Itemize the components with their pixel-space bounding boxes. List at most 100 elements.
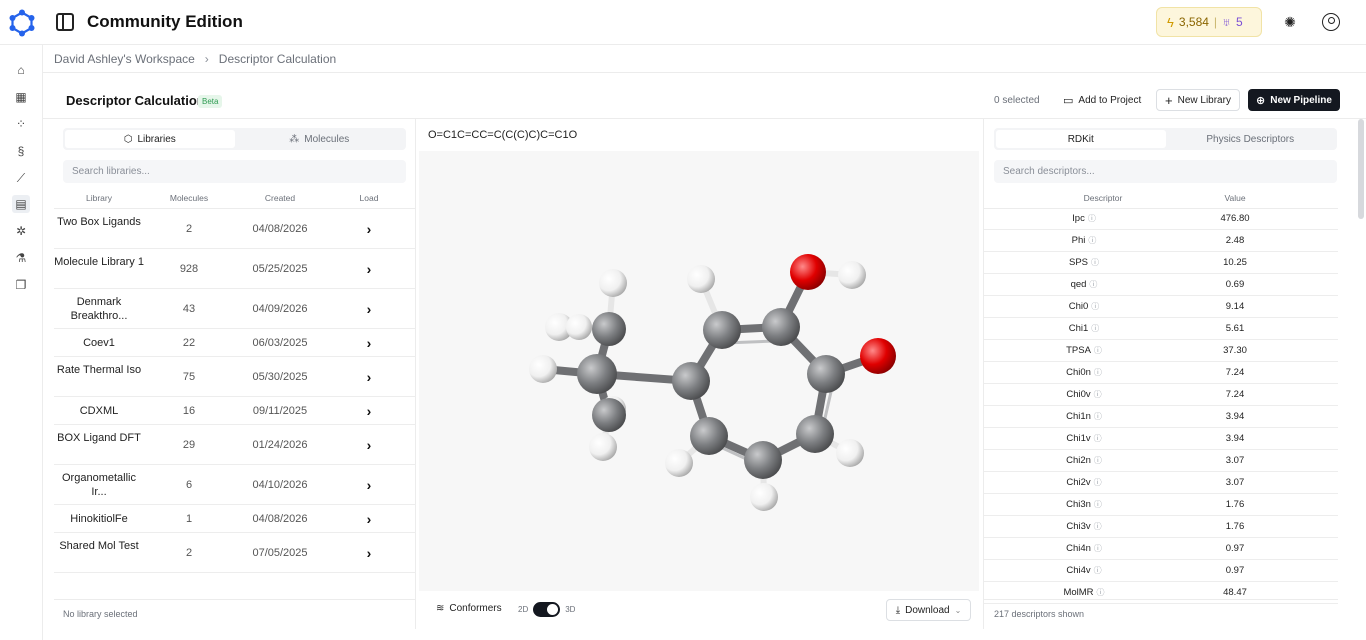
molecule-3d-viewer[interactable] bbox=[419, 151, 979, 591]
tab-rdkit[interactable]: RDKit bbox=[996, 130, 1166, 148]
tab-molecules[interactable]: ⁂ Molecules bbox=[235, 130, 405, 148]
atom-icon[interactable]: ✲ bbox=[12, 222, 30, 240]
top-bar: Community Edition ϟ 3,584 | ♅ 5 ✺ bbox=[0, 0, 1366, 45]
library-name: BOX Ligand DFT bbox=[57, 432, 141, 444]
library-row[interactable]: Two Box Ligands 2 04/08/2026 › bbox=[54, 209, 416, 249]
descriptor-name: Chi0n bbox=[1066, 367, 1091, 378]
column-header-value[interactable]: Value bbox=[1190, 193, 1280, 203]
home-icon[interactable]: ⌂ bbox=[12, 61, 30, 79]
load-chevron-right-icon[interactable]: › bbox=[359, 511, 379, 527]
descriptor-row: Chi4n ⓘ 0.97 bbox=[984, 538, 1338, 560]
library-molecule-count: 16 bbox=[182, 404, 196, 417]
library-row[interactable]: Molecule Library 1 928 05/25/2025 › bbox=[54, 249, 416, 289]
add-to-project-button[interactable]: ▭ Add to Project bbox=[1055, 89, 1149, 111]
table-icon[interactable]: ▦ bbox=[12, 88, 30, 106]
book-icon[interactable]: ❐ bbox=[12, 276, 30, 294]
search-descriptors-input[interactable] bbox=[994, 160, 1337, 183]
load-chevron-right-icon[interactable]: › bbox=[359, 369, 379, 385]
load-chevron-right-icon[interactable]: › bbox=[359, 221, 379, 237]
load-chevron-right-icon[interactable]: › bbox=[359, 335, 379, 351]
info-icon[interactable]: ⓘ bbox=[1094, 544, 1102, 553]
library-row[interactable]: BOX Ligand DFT 29 01/24/2026 › bbox=[54, 425, 416, 465]
info-icon[interactable]: ⓘ bbox=[1097, 588, 1105, 597]
descriptor-count: 217 descriptors shown bbox=[994, 609, 1085, 619]
load-chevron-right-icon[interactable]: › bbox=[359, 545, 379, 561]
selection-status: No library selected bbox=[63, 609, 138, 619]
descriptor-name: MolMR bbox=[1063, 587, 1094, 598]
info-icon[interactable]: ⓘ bbox=[1094, 434, 1102, 443]
info-icon[interactable]: ⓘ bbox=[1091, 258, 1099, 267]
tab-libraries[interactable]: ⬡ Libraries bbox=[65, 130, 235, 148]
credits-badge[interactable]: ϟ 3,584 | ♅ 5 bbox=[1156, 7, 1262, 37]
column-header-descriptor[interactable]: Descriptor bbox=[984, 193, 1222, 203]
info-icon[interactable]: ⓘ bbox=[1094, 346, 1102, 355]
line-chart-icon[interactable]: ⟋ bbox=[12, 169, 30, 187]
document-icon[interactable]: ▤ bbox=[12, 195, 30, 213]
descriptor-value: 7.24 bbox=[1225, 389, 1245, 400]
dna-icon[interactable]: § bbox=[12, 142, 30, 160]
download-button[interactable]: ⤓ Download ⌄ bbox=[886, 599, 971, 621]
load-chevron-right-icon[interactable]: › bbox=[359, 261, 379, 277]
new-library-button[interactable]: + New Library bbox=[1156, 89, 1240, 111]
load-chevron-right-icon[interactable]: › bbox=[359, 477, 379, 493]
descriptor-value: 3.07 bbox=[1225, 455, 1245, 466]
cube-icon: ⬡ bbox=[123, 133, 133, 145]
info-icon[interactable]: ⓘ bbox=[1094, 500, 1102, 509]
column-header-molecules[interactable]: Molecules bbox=[164, 193, 214, 203]
2d-3d-switch[interactable] bbox=[533, 602, 561, 617]
descriptor-value: 37.30 bbox=[1223, 345, 1247, 356]
info-icon[interactable]: ⓘ bbox=[1091, 324, 1099, 333]
load-chevron-right-icon[interactable]: › bbox=[359, 301, 379, 317]
descriptor-row: Chi0 ⓘ 9.14 bbox=[984, 296, 1338, 318]
breadcrumb: David Ashley's Workspace › Descriptor Ca… bbox=[54, 52, 336, 66]
library-row[interactable]: CDXML 16 09/11/2025 › bbox=[54, 397, 416, 425]
library-name: Molecule Library 1 bbox=[54, 256, 144, 268]
scrollbar-thumb[interactable] bbox=[1358, 119, 1364, 219]
descriptor-name: Chi3n bbox=[1066, 499, 1091, 510]
molecule-structure[interactable] bbox=[419, 151, 979, 591]
info-icon[interactable]: ⓘ bbox=[1094, 412, 1102, 421]
info-icon[interactable]: ⓘ bbox=[1091, 302, 1099, 311]
library-row[interactable]: Denmark Breakthro... 43 04/09/2026 › bbox=[54, 289, 416, 329]
search-libraries-input[interactable] bbox=[63, 160, 406, 183]
bug-icon[interactable]: ✺ bbox=[1281, 13, 1299, 31]
library-row[interactable]: Rate Thermal Iso 75 05/30/2025 › bbox=[54, 357, 416, 397]
layers-icon: ≋ bbox=[436, 603, 445, 614]
info-icon[interactable]: ⓘ bbox=[1094, 390, 1102, 399]
info-icon[interactable]: ⓘ bbox=[1094, 478, 1102, 487]
descriptor-name: Chi3v bbox=[1066, 521, 1091, 532]
info-icon[interactable]: ⓘ bbox=[1094, 522, 1102, 531]
molecule-icon: ⁂ bbox=[289, 133, 300, 145]
descriptor-row: Chi3v ⓘ 1.76 bbox=[984, 516, 1338, 538]
column-header-created[interactable]: Created bbox=[240, 193, 320, 203]
library-row[interactable]: HinokitiolFe 1 04/08/2026 › bbox=[54, 505, 416, 533]
library-row[interactable]: Coev1 22 06/03/2025 › bbox=[54, 329, 416, 357]
library-created-date: 06/03/2025 bbox=[252, 336, 308, 349]
info-icon[interactable]: ⓘ bbox=[1094, 368, 1102, 377]
breadcrumb-workspace[interactable]: David Ashley's Workspace bbox=[54, 52, 195, 66]
logo-icon[interactable] bbox=[9, 9, 35, 37]
page-scrollbar[interactable] bbox=[1358, 119, 1364, 629]
scatter-icon[interactable]: ⁘ bbox=[12, 115, 30, 133]
folder-icon: ▭ bbox=[1063, 94, 1074, 107]
descriptor-row: Ipc ⓘ 476.80 bbox=[984, 208, 1338, 230]
descriptor-name: TPSA bbox=[1066, 345, 1091, 356]
library-row[interactable]: Shared Mol Test 2 07/05/2025 › bbox=[54, 533, 416, 573]
info-icon[interactable]: ⓘ bbox=[1094, 566, 1102, 575]
load-chevron-right-icon[interactable]: › bbox=[359, 403, 379, 419]
user-account-icon[interactable] bbox=[1322, 13, 1340, 31]
info-icon[interactable]: ⓘ bbox=[1089, 280, 1097, 289]
conformers-button[interactable]: ≋ Conformers bbox=[436, 603, 502, 614]
flask-icon[interactable]: ⚗ bbox=[12, 249, 30, 267]
info-icon[interactable]: ⓘ bbox=[1094, 456, 1102, 465]
load-chevron-right-icon[interactable]: › bbox=[359, 437, 379, 453]
sidebar-toggle-icon[interactable] bbox=[56, 13, 74, 31]
info-icon[interactable]: ⓘ bbox=[1088, 214, 1096, 223]
info-icon[interactable]: ⓘ bbox=[1088, 236, 1096, 245]
descriptor-value: 5.61 bbox=[1225, 323, 1245, 334]
new-pipeline-button[interactable]: ⊕ New Pipeline bbox=[1248, 89, 1340, 111]
library-row[interactable]: Organometallic Ir... 6 04/10/2026 › bbox=[54, 465, 416, 505]
descriptor-row: SPS ⓘ 10.25 bbox=[984, 252, 1338, 274]
tab-physics-descriptors[interactable]: Physics Descriptors bbox=[1166, 130, 1336, 148]
column-header-library[interactable]: Library bbox=[54, 193, 144, 203]
